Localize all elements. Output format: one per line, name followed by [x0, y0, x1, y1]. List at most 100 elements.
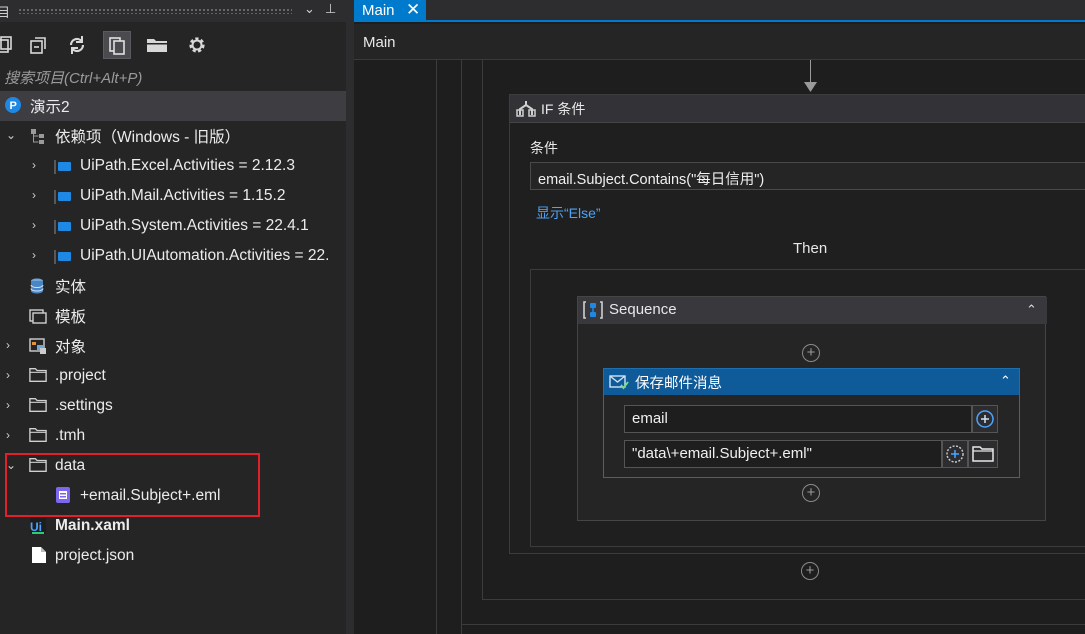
package-icon	[54, 160, 71, 174]
add-variable-button[interactable]	[942, 440, 968, 468]
if-branch-icon	[516, 101, 536, 117]
add-variable-button[interactable]	[972, 405, 998, 433]
collapse-all-icon[interactable]	[24, 31, 52, 59]
chevron-right-icon[interactable]: ›	[32, 249, 44, 261]
plus-circle-icon	[946, 445, 964, 463]
tree-label-main-xaml: Main.xaml	[55, 517, 130, 534]
outer-border-line	[436, 60, 437, 634]
package-icon	[54, 190, 71, 204]
tree-label-folder: .settings	[55, 397, 113, 414]
dependencies-icon	[31, 129, 44, 144]
close-icon[interactable]: ✕	[406, 0, 420, 20]
tree-label-folder: .tmh	[55, 427, 86, 444]
show-else-link[interactable]: 显示“Else”	[536, 203, 601, 223]
chevron-right-icon[interactable]: ›	[32, 159, 44, 171]
package-icon	[54, 220, 71, 234]
breadcrumb[interactable]: Main	[363, 34, 396, 51]
workflow-canvas[interactable]: IF 条件 条件 email.Subject.Contains("每日信用") …	[354, 60, 1085, 634]
tree-item-entities[interactable]: 实体	[0, 271, 346, 301]
chevron-down-icon[interactable]: ⌄	[304, 1, 315, 17]
if-activity[interactable]: IF 条件 条件 email.Subject.Contains("每日信用") …	[509, 94, 1085, 554]
tree-item-folder[interactable]: › .tmh	[0, 421, 346, 451]
svg-text:P: P	[10, 100, 17, 112]
chevron-down-icon[interactable]: ⌄	[6, 129, 18, 141]
show-all-files-icon[interactable]	[103, 31, 131, 59]
project-search-input[interactable]: 搜索项目(Ctrl+Alt+P)	[0, 66, 346, 88]
collapse-icon[interactable]: ⌃	[1000, 373, 1011, 389]
outer-border-line	[482, 599, 1085, 600]
sequence-title: Sequence	[609, 301, 677, 318]
outer-border-line	[461, 624, 1085, 625]
save-mail-header[interactable]: 保存邮件消息 ⌃	[604, 369, 1019, 395]
expand-all-icon[interactable]	[0, 31, 18, 59]
file-path-input[interactable]: "data\+email.Subject+.eml"	[624, 440, 942, 468]
sequence-header[interactable]: Sequence ⌃	[578, 297, 1047, 324]
tab-main[interactable]: Main ✕	[354, 0, 426, 22]
chevron-right-icon[interactable]: ›	[32, 189, 44, 201]
add-activity-icon[interactable]: +	[802, 484, 820, 502]
project-panel: 目 ⌄ ⊥ 搜索项目(Ctrl+Alt+P) P 演示2 ⌄ 依赖项（Windo…	[0, 0, 346, 634]
tree-label-package: UiPath.Excel.Activities = 2.12.3	[80, 157, 295, 174]
email-input[interactable]: email	[624, 405, 972, 433]
tree-item-package[interactable]: › UiPath.System.Activities = 22.4.1	[0, 211, 346, 241]
uipath-workflow-icon: Ui	[30, 518, 46, 534]
package-icon	[54, 250, 71, 264]
breadcrumb-bar: Main	[354, 24, 1085, 60]
project-icon: P	[5, 97, 21, 113]
tree-item-package[interactable]: › UiPath.UIAutomation.Activities = 22.	[0, 241, 346, 271]
tree-item-project-json[interactable]: project.json	[0, 541, 346, 571]
outer-border-line	[482, 60, 483, 600]
condition-input[interactable]: email.Subject.Contains("每日信用")	[530, 162, 1085, 190]
project-toolbar	[0, 28, 346, 62]
tree-label-folder: .project	[55, 367, 106, 384]
plus-circle-icon	[976, 410, 994, 428]
database-icon	[30, 278, 44, 294]
folder-icon	[972, 446, 994, 462]
collapse-icon[interactable]: ⌃	[1026, 302, 1037, 318]
folder-icon	[29, 368, 47, 382]
if-activity-header[interactable]: IF 条件	[510, 95, 1085, 123]
tree-item-templates[interactable]: 模板	[0, 301, 346, 331]
panel-drag-grip[interactable]	[18, 8, 292, 14]
panel-splitter[interactable]	[346, 0, 354, 634]
sequence-icon	[583, 301, 603, 319]
tree-item-objects[interactable]: › 对象	[0, 331, 346, 361]
arrow-down-icon	[804, 82, 817, 92]
tree-item-folder[interactable]: › .project	[0, 361, 346, 391]
pin-icon[interactable]: ⊥	[325, 1, 336, 17]
tree-label-entities: 实体	[55, 279, 87, 296]
highlight-annotation-box	[5, 453, 260, 517]
tree-item-project[interactable]: P 演示2	[0, 91, 346, 121]
sequence-activity[interactable]: Sequence ⌃ + 保存邮件消息 ⌃ email "data\+email…	[577, 296, 1047, 521]
outer-border-line	[461, 60, 462, 634]
chevron-right-icon[interactable]: ›	[32, 219, 44, 231]
tree-item-dependencies[interactable]: ⌄ 依赖项（Windows - 旧版）	[0, 121, 346, 151]
chevron-right-icon[interactable]: ›	[6, 369, 18, 381]
template-icon	[29, 309, 47, 324]
mail-save-icon	[609, 375, 629, 390]
add-activity-icon[interactable]: +	[802, 344, 820, 362]
tree-item-package[interactable]: › UiPath.Excel.Activities = 2.12.3	[0, 151, 346, 181]
if-activity-title: IF 条件	[541, 101, 586, 117]
refresh-icon[interactable]	[63, 31, 91, 59]
then-branch[interactable]: Sequence ⌃ + 保存邮件消息 ⌃ email "data\+email…	[530, 269, 1085, 547]
browse-folder-button[interactable]	[968, 440, 998, 468]
object-repository-icon	[29, 338, 46, 354]
tree-label-project-json: project.json	[55, 547, 135, 564]
add-activity-icon[interactable]: +	[801, 562, 819, 580]
folder-icon	[29, 398, 47, 412]
chevron-right-icon[interactable]: ›	[6, 399, 18, 411]
tree-label-project: 演示2	[30, 99, 70, 116]
open-folder-icon[interactable]	[143, 31, 171, 59]
save-mail-title: 保存邮件消息	[635, 376, 722, 392]
gear-icon[interactable]	[183, 31, 211, 59]
then-label: Then	[793, 240, 828, 257]
chevron-right-icon[interactable]: ›	[6, 339, 18, 351]
save-mail-message-activity[interactable]: 保存邮件消息 ⌃ email "data\+email.Subject+.eml…	[603, 368, 1020, 478]
tree-label-package: UiPath.Mail.Activities = 1.15.2	[80, 187, 286, 204]
tree-label-dependencies: 依赖项（Windows - 旧版）	[55, 129, 241, 146]
tab-label: Main	[362, 2, 395, 19]
chevron-right-icon[interactable]: ›	[6, 429, 18, 441]
tree-item-package[interactable]: › UiPath.Mail.Activities = 1.15.2	[0, 181, 346, 211]
tree-item-folder[interactable]: › .settings	[0, 391, 346, 421]
